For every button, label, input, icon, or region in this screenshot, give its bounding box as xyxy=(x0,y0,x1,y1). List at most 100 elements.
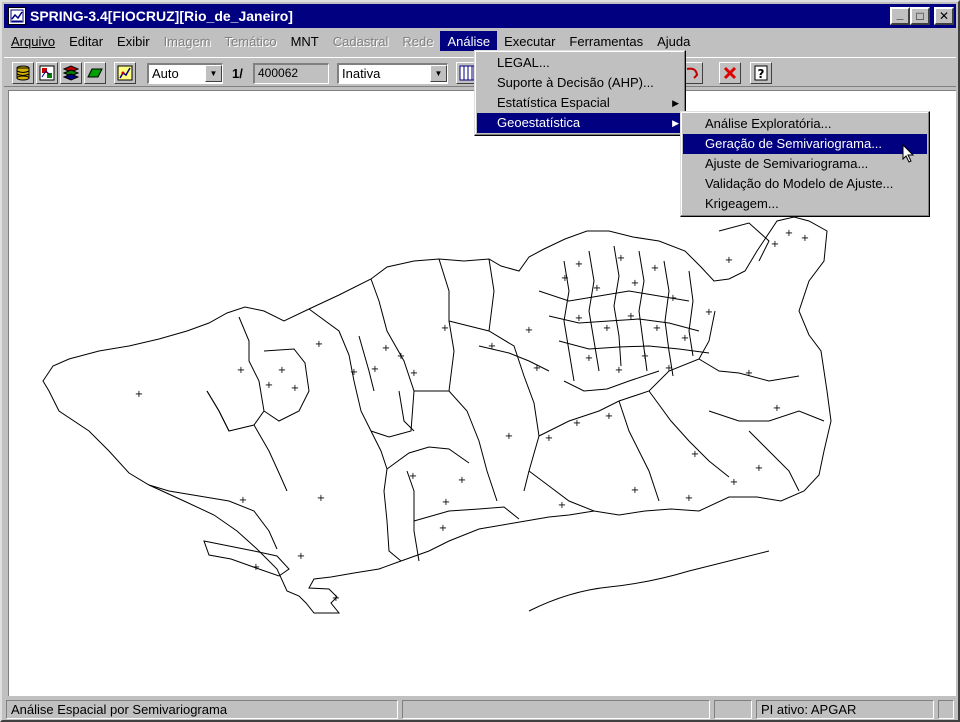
map-point: + xyxy=(771,239,779,250)
map-point: + xyxy=(533,363,541,374)
map-point: + xyxy=(691,449,699,460)
menu-item-ahp-label: Suporte à Decisão (AHP)... xyxy=(497,75,654,90)
map-point: + xyxy=(239,495,247,506)
menu-ferramentas[interactable]: Ferramentas xyxy=(562,31,650,51)
scale-prefix: 1/ xyxy=(232,66,243,81)
menu-item-estatistica-espacial[interactable]: Estatística Espacial ▶ xyxy=(477,93,683,113)
scale-field[interactable]: 400062 xyxy=(253,63,329,84)
menu-editar-label: Editar xyxy=(69,34,104,49)
map-point: + xyxy=(575,259,583,270)
map-point: + xyxy=(615,365,623,376)
map-point: + xyxy=(558,500,566,511)
menu-exibir[interactable]: Exibir xyxy=(110,31,157,51)
menu-item-ajuste-semivariograma[interactable]: Ajuste de Semivariograma... xyxy=(683,154,927,174)
database-icon[interactable] xyxy=(12,62,34,84)
menu-item-validacao-modelo-label: Validação do Modelo de Ajuste... xyxy=(705,176,894,191)
menu-item-geoestatistica[interactable]: Geoestatística ▶ xyxy=(477,113,683,133)
menu-executar[interactable]: Executar xyxy=(497,31,562,51)
map-point: + xyxy=(585,353,593,364)
map-point: + xyxy=(681,333,689,344)
map-point: + xyxy=(297,551,305,562)
menu-item-estatistica-espacial-label: Estatística Espacial xyxy=(497,95,610,110)
map-point: + xyxy=(409,471,417,482)
menu-item-validacao-modelo[interactable]: Validação do Modelo de Ajuste... xyxy=(683,174,927,194)
menu-item-ahp[interactable]: Suporte à Decisão (AHP)... xyxy=(477,73,683,93)
map-point: + xyxy=(745,368,753,379)
mouse-cursor-icon xyxy=(902,144,915,163)
map-point: + xyxy=(382,343,390,354)
close-button[interactable]: ✕ xyxy=(934,7,954,25)
map-point: + xyxy=(291,383,299,394)
map-point: + xyxy=(755,463,763,474)
menu-imagem[interactable]: Imagem xyxy=(157,31,218,51)
layers-icon[interactable] xyxy=(60,62,82,84)
maximize-button[interactable]: □ xyxy=(910,7,930,25)
menu-item-krigeagem-label: Krigeagem... xyxy=(705,196,779,211)
municipality-outline xyxy=(42,216,832,614)
maximize-icon: □ xyxy=(916,9,924,23)
map-point: + xyxy=(605,411,613,422)
map-point: + xyxy=(525,325,533,336)
menu-ferramentas-label: Ferramentas xyxy=(569,34,644,49)
map-point: + xyxy=(593,283,601,294)
delete-icon[interactable] xyxy=(719,62,741,84)
map-point: + xyxy=(350,367,358,378)
map-point: + xyxy=(410,368,418,379)
analise-menu: LEGAL... Suporte à Decisão (AHP)... Esta… xyxy=(474,50,686,136)
menu-tematico[interactable]: Temático xyxy=(218,31,284,51)
zoom-mode-combo[interactable]: Auto ▼ xyxy=(147,63,223,84)
map-point: + xyxy=(785,228,793,239)
map-point: + xyxy=(237,365,245,376)
resize-grip[interactable] xyxy=(938,700,954,719)
map-point: + xyxy=(631,485,639,496)
status-bar: Análise Espacial por Semivariograma PI a… xyxy=(4,698,956,720)
menu-bar: Arquivo Editar Exibir Imagem Temático MN… xyxy=(4,30,956,52)
chart-icon[interactable] xyxy=(114,62,136,84)
app-icon[interactable] xyxy=(8,7,26,25)
menu-item-legal[interactable]: LEGAL... xyxy=(477,53,683,73)
map-point: + xyxy=(773,403,781,414)
menu-item-geracao-semivariograma[interactable]: Geração de Semivariograma... xyxy=(683,134,927,154)
map-point: + xyxy=(332,593,340,604)
map-point: + xyxy=(725,255,733,266)
menu-ajuda[interactable]: Ajuda xyxy=(650,31,697,51)
map-point: + xyxy=(252,562,260,573)
status-combo[interactable]: Inativa ▼ xyxy=(337,63,448,84)
help-icon[interactable]: ? xyxy=(750,62,772,84)
submenu-arrow-icon: ▶ xyxy=(672,98,679,108)
close-icon: ✕ xyxy=(938,9,950,23)
plane-icon[interactable] xyxy=(84,62,106,84)
menu-executar-label: Executar xyxy=(504,34,556,49)
menu-exibir-label: Exibir xyxy=(117,34,150,49)
map-point: + xyxy=(135,389,143,400)
menu-arquivo[interactable]: Arquivo xyxy=(4,31,62,51)
image-icon[interactable] xyxy=(36,62,58,84)
menu-mnt[interactable]: MNT xyxy=(284,31,326,51)
chevron-down-icon[interactable]: ▼ xyxy=(205,65,222,82)
map-point: + xyxy=(669,293,677,304)
menu-item-geracao-semivariograma-label: Geração de Semivariograma... xyxy=(705,136,883,151)
map-point: + xyxy=(439,523,447,534)
menu-item-legal-label: LEGAL... xyxy=(497,55,550,70)
minimize-button[interactable]: _ xyxy=(890,7,910,25)
map-point: + xyxy=(730,477,738,488)
map-point: + xyxy=(651,263,659,274)
map-point: + xyxy=(278,365,286,376)
map-point: + xyxy=(458,475,466,486)
zoom-mode-value: Auto xyxy=(152,66,179,81)
menu-rede[interactable]: Rede xyxy=(395,31,440,51)
status-active-pi: PI ativo: APGAR xyxy=(756,700,934,719)
menu-editar[interactable]: Editar xyxy=(62,31,110,51)
map-point: + xyxy=(685,493,693,504)
menu-tematico-label: Temático xyxy=(224,34,277,49)
status-combo-value: Inativa xyxy=(342,66,381,81)
map-point: + xyxy=(441,323,449,334)
menu-item-analise-exploratoria[interactable]: Análise Exploratória... xyxy=(683,114,927,134)
menu-item-krigeagem[interactable]: Krigeagem... xyxy=(683,194,927,214)
chevron-down-icon[interactable]: ▼ xyxy=(430,65,447,82)
menu-analise[interactable]: Análise xyxy=(440,31,498,51)
menu-cadastral[interactable]: Cadastral xyxy=(326,31,396,51)
menu-item-ajuste-semivariograma-label: Ajuste de Semivariograma... xyxy=(705,156,869,171)
window-title: SPRING-3.4[FIOCRUZ][Rio_de_Janeiro] xyxy=(30,8,293,24)
title-bar[interactable]: SPRING-3.4[FIOCRUZ][Rio_de_Janeiro] _ □ … xyxy=(4,4,956,28)
